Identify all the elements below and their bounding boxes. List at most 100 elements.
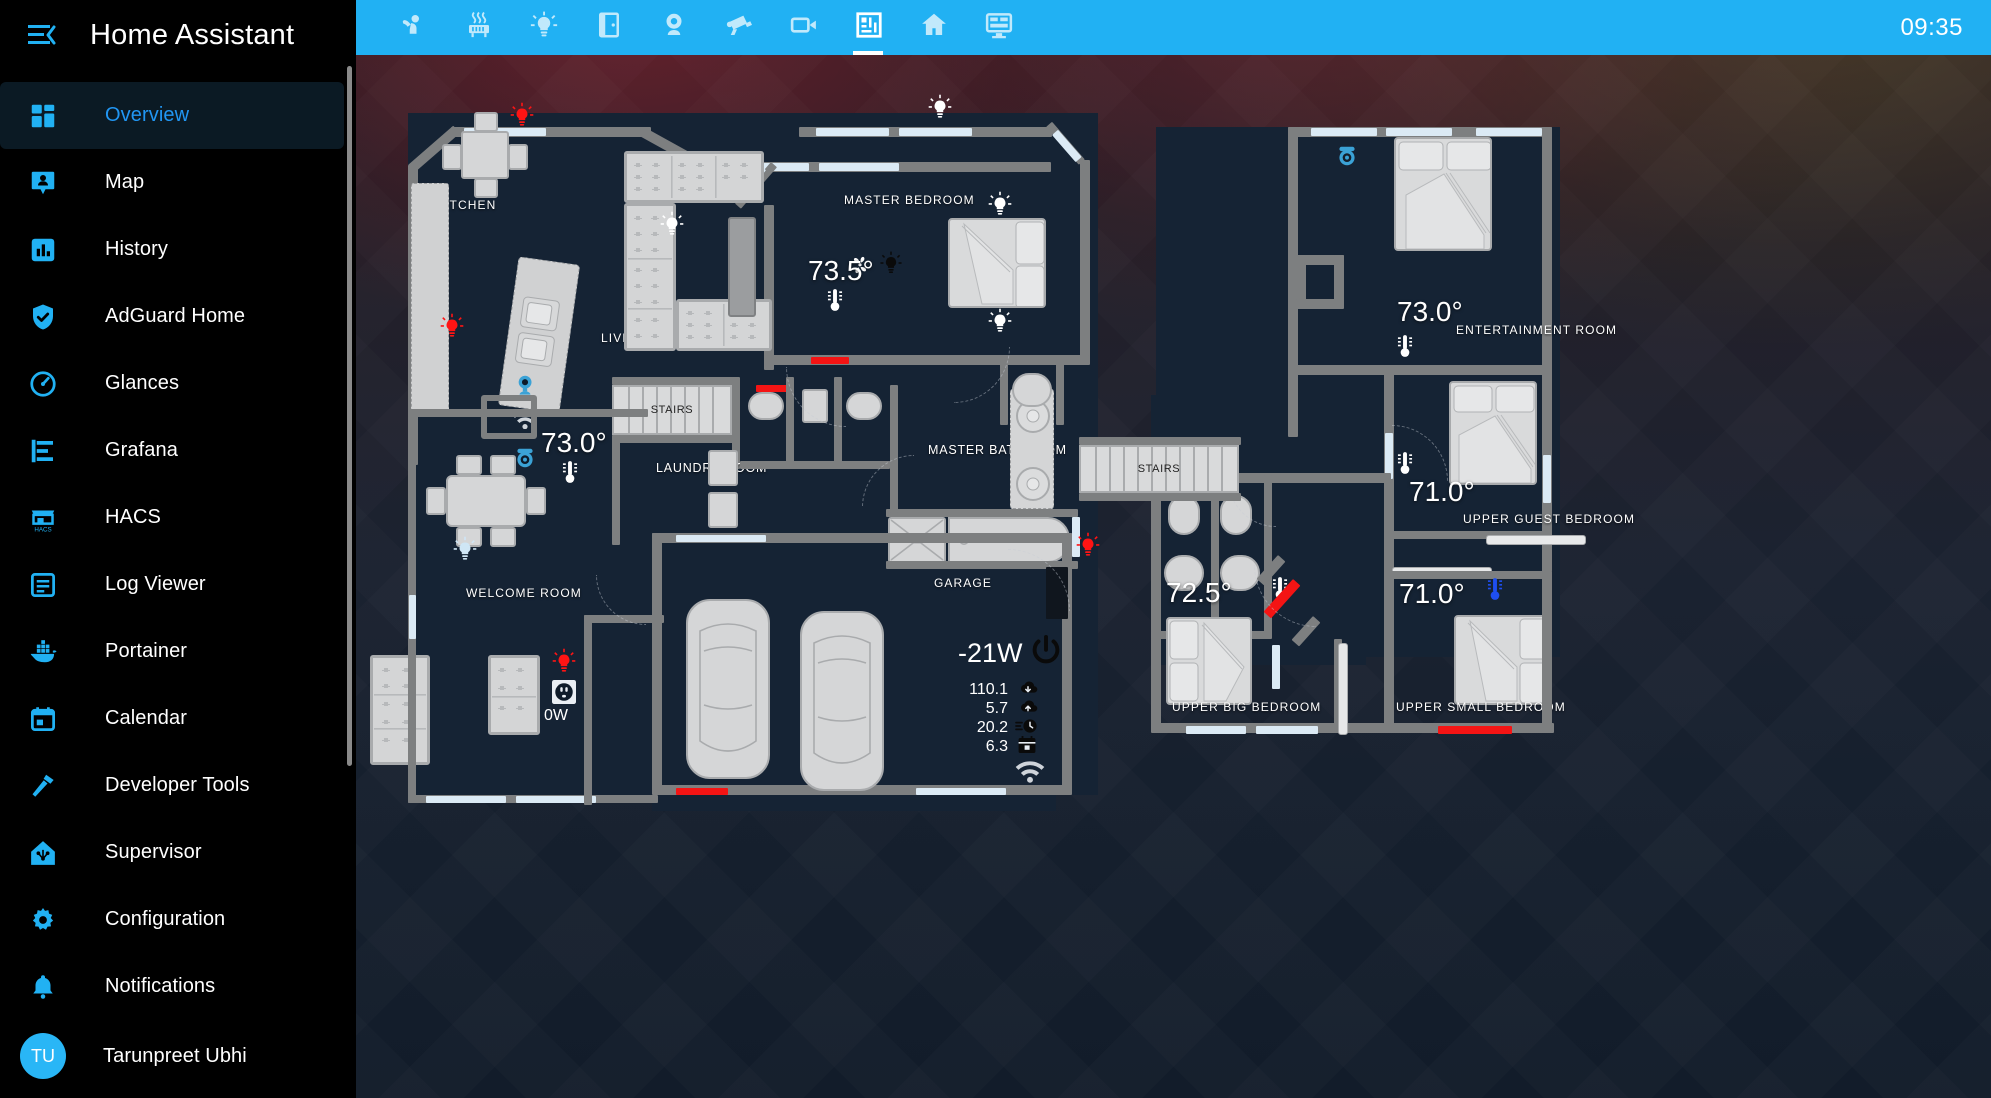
light-master-bed-bottom-right[interactable]	[986, 307, 1014, 337]
tab-video-camera[interactable]	[771, 0, 836, 55]
dryer	[708, 492, 738, 528]
sidebar-item-history[interactable]: History	[0, 216, 356, 283]
light-living-room[interactable]	[658, 210, 686, 240]
map-marker-account-icon	[22, 162, 64, 204]
sidebar-item-label: Supervisor	[105, 841, 202, 863]
sidebar-item-calendar[interactable]: Calendar	[0, 685, 356, 752]
wall	[740, 461, 890, 469]
sidebar-item-label: Configuration	[105, 908, 226, 930]
floorplan-canvas: MASTER BEDROOM 73.5° KITCHEN STAIRS LAUN…	[356, 55, 1991, 1098]
sidebar-item-label: Map	[105, 171, 145, 193]
chair-dining-left	[426, 487, 446, 515]
tab-home[interactable]	[901, 0, 966, 55]
thermometer-icon-alert[interactable]	[1484, 576, 1506, 602]
thermometer-icon[interactable]	[1394, 333, 1416, 359]
bed-upper-big	[1166, 617, 1252, 705]
window	[819, 163, 899, 171]
radiator-icon	[464, 10, 494, 45]
sidebar-scrollbar[interactable]	[347, 66, 352, 766]
wall	[1542, 127, 1552, 572]
tab-radiator[interactable]	[446, 0, 511, 55]
sidebar-item-log-viewer[interactable]: Log Viewer	[0, 551, 356, 618]
sidebar-item-hacs[interactable]: HACS HACS	[0, 484, 356, 551]
tab-lightbulb[interactable]	[511, 0, 576, 55]
calendar-today-icon[interactable]	[1017, 735, 1037, 755]
light-welcome-room-bottom[interactable]	[550, 647, 578, 677]
wall	[584, 615, 592, 805]
light-hall-top[interactable]	[926, 93, 954, 123]
webcam-icon	[659, 10, 689, 45]
sidebar-item-label: Developer Tools	[105, 774, 250, 796]
view-dashboard-icon	[22, 95, 64, 137]
sofa-welcome-right	[488, 655, 540, 735]
sidebar-item-user-profile[interactable]: TU Tarunpreet Ubhi	[0, 1020, 356, 1092]
cloud-download-icon[interactable]	[1017, 679, 1039, 697]
light-master-bed-center-off[interactable]	[878, 250, 904, 278]
stairs-upper: STAIRS	[1079, 445, 1239, 493]
hamburger-collapse-icon[interactable]	[22, 15, 62, 55]
sidebar-item-notifications[interactable]: Notifications	[0, 953, 356, 1020]
sidebar-item-label: Glances	[105, 372, 180, 394]
window	[1543, 455, 1551, 503]
chart-bar-stacked-icon	[22, 430, 64, 472]
window-alert	[676, 788, 728, 795]
power-icon[interactable]	[1028, 633, 1064, 669]
sidebar-item-adguard-home[interactable]: AdGuard Home	[0, 283, 356, 350]
light-master-bed-top-right[interactable]	[986, 190, 1014, 220]
tab-floorplan[interactable]	[836, 0, 901, 55]
thermometer-icon[interactable]	[824, 287, 846, 313]
tab-webcam[interactable]	[641, 0, 706, 55]
power-main-value: -21W	[958, 638, 1023, 668]
light-kitchen-left[interactable]	[438, 312, 466, 342]
sidebar-item-glances[interactable]: Glances	[0, 350, 356, 417]
sidebar: Home Assistant Overview Map History AdGu…	[0, 0, 356, 1098]
window	[1311, 128, 1377, 136]
user-name: Tarunpreet Ubhi	[103, 1044, 247, 1067]
sidebar-item-developer-tools[interactable]: Developer Tools	[0, 752, 356, 819]
sidebar-header: Home Assistant	[0, 0, 356, 70]
closet-rod-1	[1486, 535, 1586, 545]
wall	[1384, 365, 1544, 375]
shield-check-icon	[22, 296, 64, 338]
sidebar-item-supervisor[interactable]: Supervisor	[0, 819, 356, 886]
wall	[612, 435, 620, 545]
clock-fast-icon[interactable]	[1015, 717, 1039, 735]
app-title: Home Assistant	[90, 18, 295, 51]
wifi-icon[interactable]	[1014, 757, 1046, 783]
tab-cctv[interactable]	[706, 0, 771, 55]
light-kitchen-top[interactable]	[508, 101, 536, 131]
room-label-entertainment-room: ENTERTAINMENT ROOM	[1456, 323, 1618, 337]
tab-monitor-dashboard[interactable]	[966, 0, 1031, 55]
text-box-icon	[22, 564, 64, 606]
sidebar-item-grafana[interactable]: Grafana	[0, 417, 356, 484]
chair-kitchen-left	[442, 144, 462, 170]
light-garage-right[interactable]	[1074, 531, 1102, 561]
sidebar-item-label: Log Viewer	[105, 573, 206, 595]
tab-person-couch[interactable]	[381, 0, 446, 55]
tab-door[interactable]	[576, 0, 641, 55]
camera-icon[interactable]	[1334, 143, 1360, 169]
calendar-icon	[22, 698, 64, 740]
wall	[612, 435, 734, 443]
counter-kitchen-left	[411, 183, 449, 413]
sidebar-item-label: Portainer	[105, 640, 188, 662]
light-welcome-room[interactable]	[451, 535, 479, 565]
camera-icon[interactable]	[512, 445, 538, 471]
window	[1386, 128, 1452, 136]
sidebar-item-portainer[interactable]: Portainer	[0, 618, 356, 685]
room-label-upper-guest-bedroom: UPPER GUEST BEDROOM	[1463, 512, 1636, 526]
wall	[1288, 375, 1298, 437]
power-socket-icon[interactable]	[552, 680, 576, 704]
chair-dining-tl	[456, 455, 482, 475]
main-panel: 09:35 MASTER BEDROOM 73.5° KITCHEN STAIR…	[356, 0, 1991, 1098]
toilet-upper-1	[1168, 495, 1200, 535]
top-app-bar: 09:35	[356, 0, 1991, 55]
toilet-master-bath	[1012, 373, 1052, 407]
temperature-master-bedroom: 73.5°	[808, 255, 874, 286]
sidebar-item-configuration[interactable]: Configuration	[0, 886, 356, 953]
window	[916, 788, 1006, 795]
sidebar-item-map[interactable]: Map	[0, 149, 356, 216]
sidebar-item-overview[interactable]: Overview	[0, 82, 344, 149]
thermometer-icon[interactable]	[559, 459, 581, 485]
cloud-upload-icon[interactable]	[1017, 698, 1039, 716]
